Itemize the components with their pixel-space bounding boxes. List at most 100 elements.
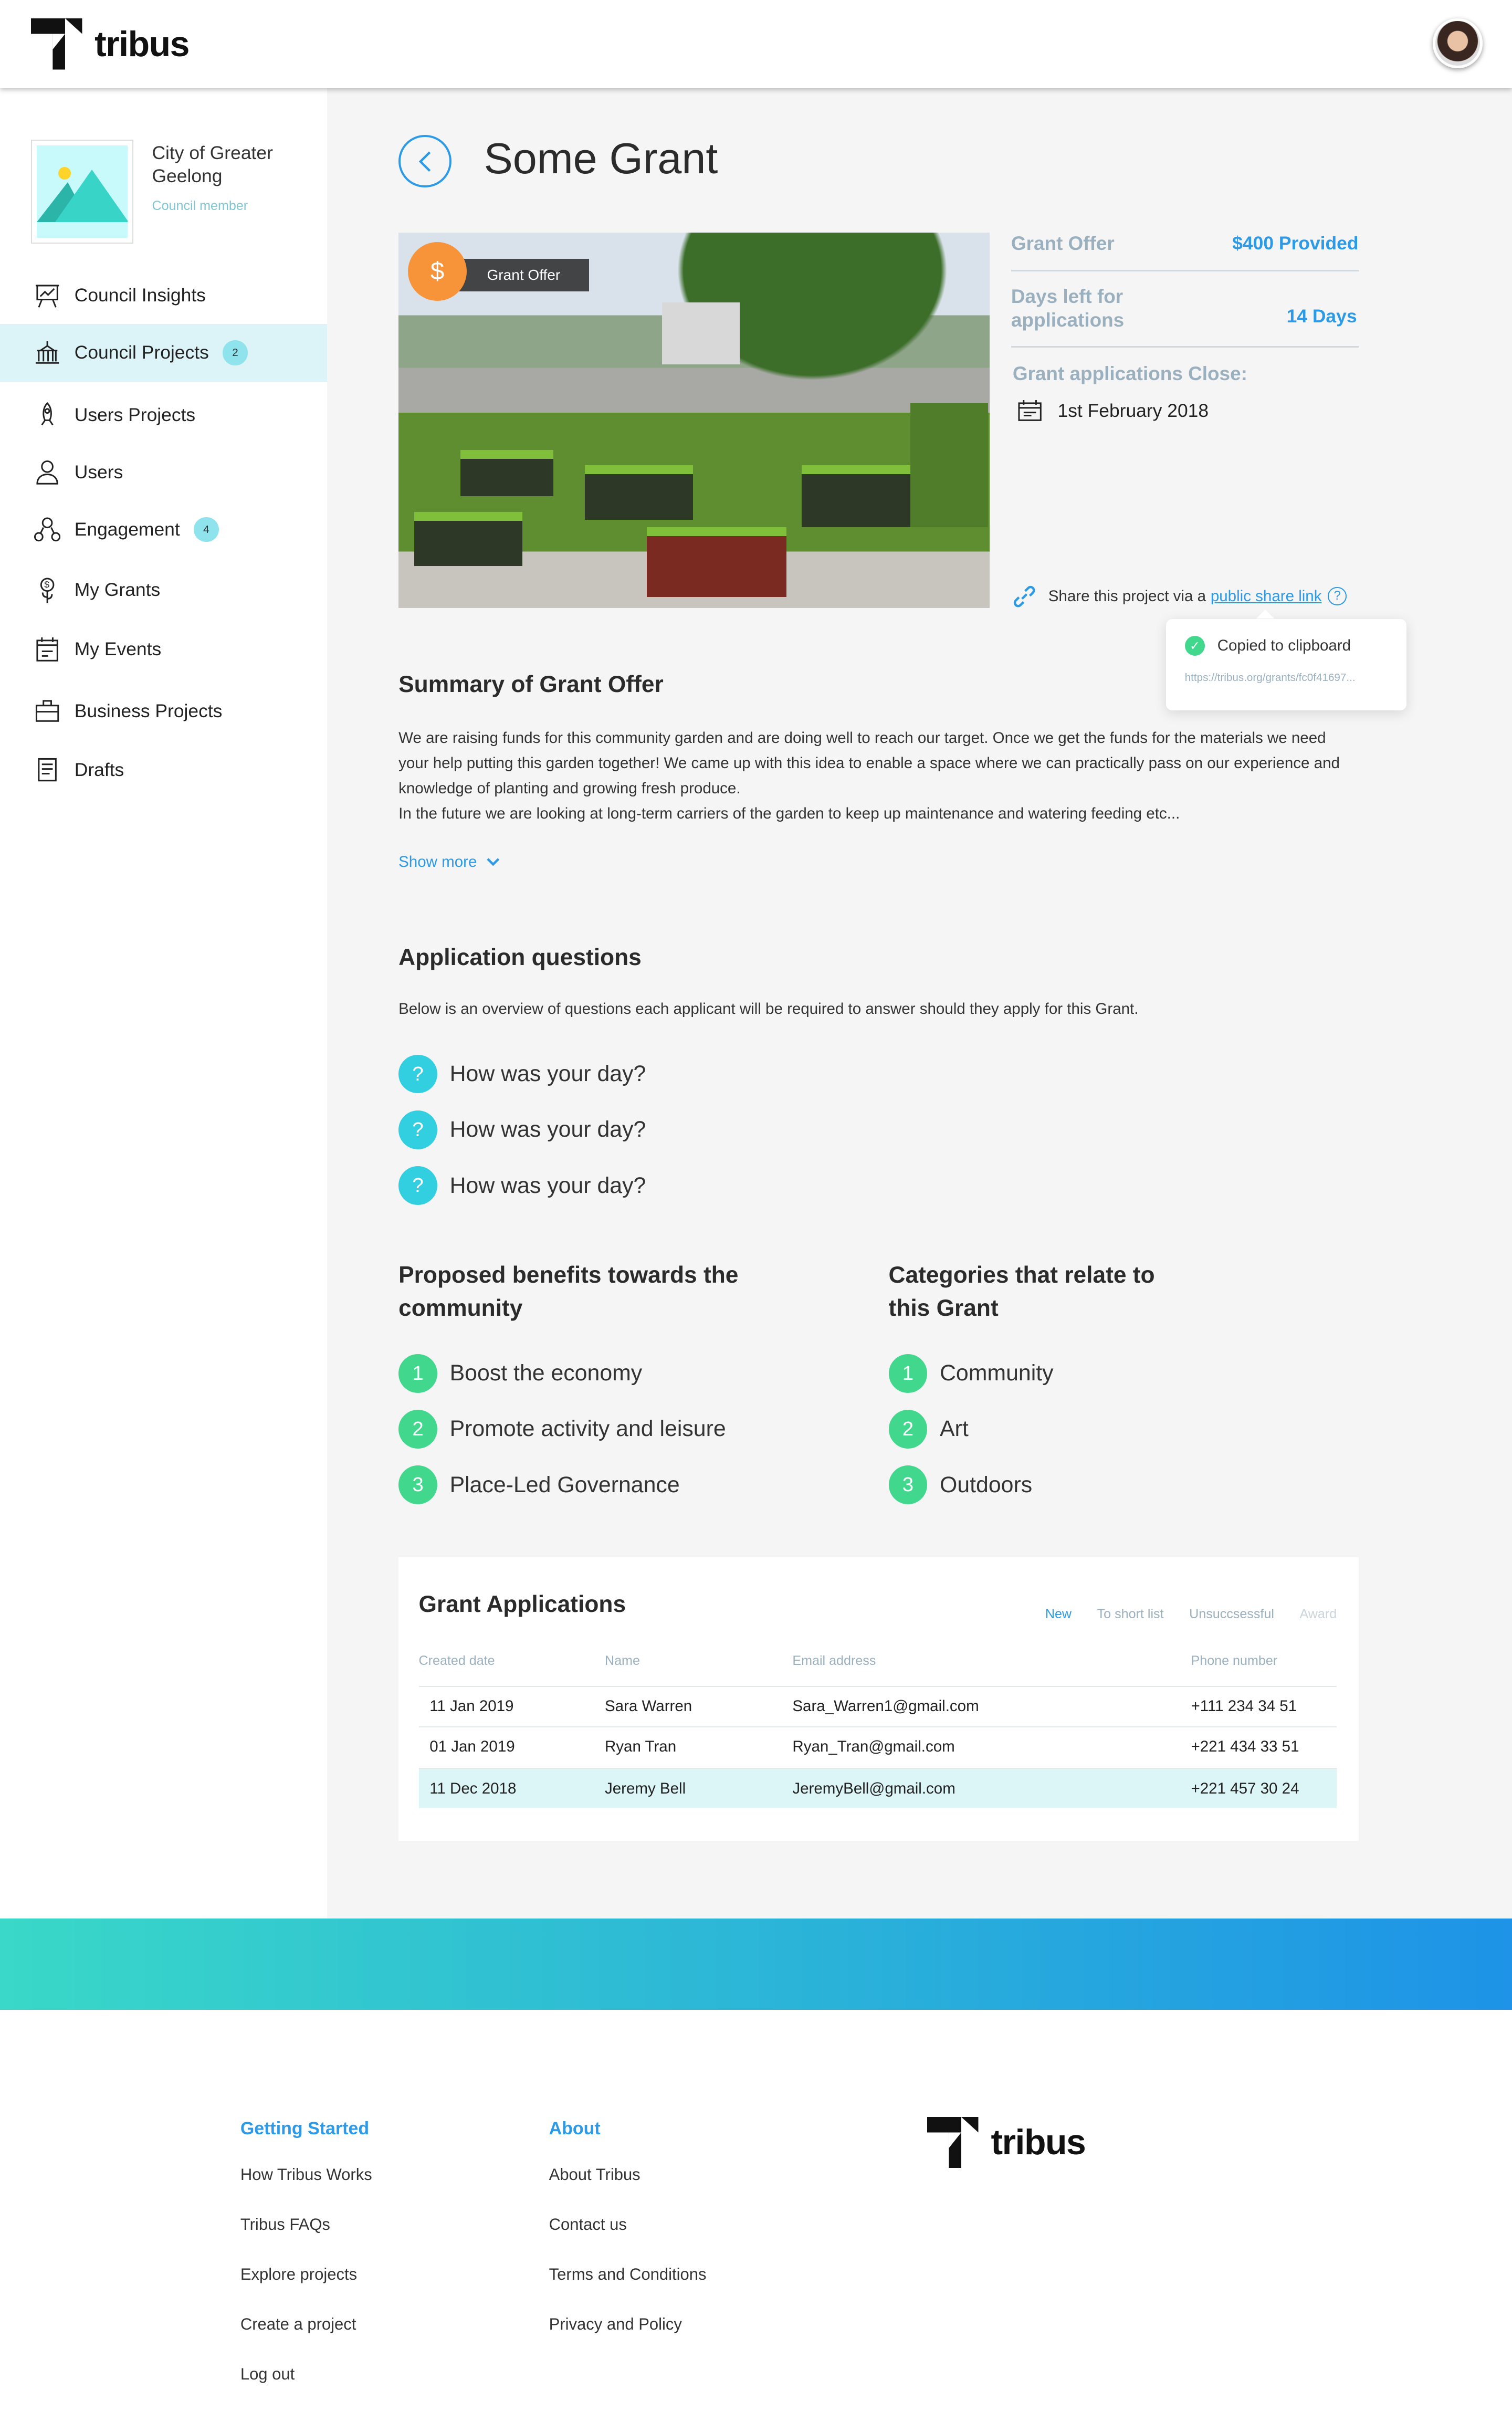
footer-link[interactable]: Explore projects <box>240 2265 372 2284</box>
tab-award[interactable]: Award <box>1299 1607 1337 1621</box>
sidebar-item-users-projects[interactable]: Users Projects <box>0 386 327 443</box>
footer-heading: Getting Started <box>240 2118 370 2139</box>
nav-label: Engagement <box>74 519 180 540</box>
tribus-logo-icon <box>31 18 82 70</box>
question-item: ? How was your day? <box>398 1054 646 1094</box>
link-icon <box>1013 585 1035 607</box>
sidebar-item-council-projects[interactable]: Council Projects 2 <box>0 324 328 382</box>
questions-list: ? How was your day? ? How was your day? ? H… <box>398 1054 646 1205</box>
footer-column-getting-started: Getting Started How Tribus Works Tribus … <box>240 2119 372 2384</box>
column-header: Phone number <box>1191 1653 1278 1668</box>
briefcase-icon <box>35 700 59 722</box>
cell-email: JeremyBell@gmail.com <box>792 1779 956 1797</box>
question-icon: ? <box>398 1166 437 1205</box>
share-row: Share this project via a public share li… <box>1013 585 1347 608</box>
question-text: How was your day? <box>449 1172 646 1198</box>
copied-tooltip: ✓ Copied to clipboard https://tribus.org… <box>1166 609 1407 710</box>
sidebar-item-engagement[interactable]: Engagement 4 <box>0 501 327 558</box>
user-icon <box>36 460 58 485</box>
number-badge: 3 <box>888 1465 928 1505</box>
show-more-button[interactable]: Show more <box>398 853 500 871</box>
sidebar-item-drafts[interactable]: Drafts <box>0 741 327 799</box>
summary-text: We are raising funds for this community … <box>398 726 1360 826</box>
nav-label: My Grants <box>74 579 161 601</box>
benefits-list: 1 Boost the economy 2 Promote activity and… <box>398 1354 726 1505</box>
grant-applications-card: Grant Applications New To short list Uns… <box>398 1557 1359 1841</box>
footer-link[interactable]: Log out <box>240 2365 372 2384</box>
footer-link[interactable]: Tribus FAQs <box>240 2215 372 2234</box>
days-left-label: Days left for applications <box>1011 286 1125 331</box>
benefit-text: Boost the economy <box>449 1360 643 1386</box>
engagement-icon <box>34 517 61 541</box>
benefit-text: Promote activity and leisure <box>449 1416 726 1442</box>
column-header: Email address <box>792 1653 876 1668</box>
sidebar-item-business-projects[interactable]: Business Projects <box>0 683 327 740</box>
cell-phone: +221 457 30 24 <box>1191 1779 1299 1797</box>
cell-email: Ryan_Tran@gmail.com <box>792 1738 955 1756</box>
tab-new[interactable]: New <box>1045 1607 1072 1621</box>
benefit-item: 2 Promote activity and leisure <box>398 1409 726 1449</box>
user-avatar[interactable] <box>1433 18 1483 68</box>
sidebar-item-my-grants[interactable]: $ My Grants <box>0 561 327 619</box>
money-plant-icon: $ <box>40 578 55 603</box>
category-text: Art <box>939 1416 969 1442</box>
divider <box>1011 345 1359 348</box>
applications-heading: Grant Applications <box>418 1591 626 1617</box>
footer-link[interactable]: Create a project <box>240 2315 372 2334</box>
cell-phone: +111 234 34 51 <box>1191 1697 1297 1715</box>
category-text: Community <box>939 1360 1054 1386</box>
sidebar-item-users[interactable]: Users <box>0 444 327 501</box>
tab-unsuccessful[interactable]: Unsuccsessful <box>1189 1607 1274 1621</box>
cell-phone: +221 434 33 51 <box>1191 1738 1299 1756</box>
tribus-logo[interactable]: tribus <box>31 18 190 70</box>
count-badge: 4 <box>194 517 219 542</box>
cell-date: 11 Dec 2018 <box>429 1779 517 1797</box>
logo-text: tribus <box>94 24 190 64</box>
calendar-icon <box>1018 400 1042 421</box>
table-row[interactable]: 01 Jan 2019 Ryan Tran Ryan_Tran@gmail.co… <box>418 1726 1337 1767</box>
category-text: Outdoors <box>939 1472 1033 1497</box>
help-icon[interactable]: ? <box>1328 587 1347 606</box>
benefit-item: 1 Boost the economy <box>398 1354 726 1393</box>
summary-paragraph: We are raising funds for this community … <box>398 729 1340 798</box>
question-item: ? How was your day? <box>398 1166 646 1205</box>
sidebar-item-council-insights[interactable]: Council Insights <box>0 267 327 324</box>
calendar-icon <box>36 637 58 662</box>
org-image <box>31 139 133 244</box>
questions-heading: Application questions <box>398 944 642 970</box>
number-badge: 2 <box>398 1409 437 1449</box>
footer-link[interactable]: About Tribus <box>549 2165 707 2184</box>
gradient-banner <box>0 1918 1512 2010</box>
table-row-selected[interactable]: 11 Dec 2018 Jeremy Bell JeremyBell@gmail… <box>418 1768 1337 1809</box>
nav-label: Council Projects <box>74 342 209 363</box>
back-button[interactable] <box>398 134 452 188</box>
footer-link[interactable]: Contact us <box>549 2215 707 2234</box>
footer-link[interactable]: Terms and Conditions <box>549 2265 707 2284</box>
count-badge: 2 <box>223 340 248 365</box>
nav-label: Users Projects <box>74 404 196 425</box>
sidebar-item-my-events[interactable]: My Events <box>0 621 327 678</box>
table-row[interactable]: 11 Jan 2019 Sara Warren Sara_Warren1@gma… <box>418 1685 1337 1726</box>
logo-text: tribus <box>991 2123 1086 2163</box>
grant-offer-badge: Grant Offer <box>459 259 590 292</box>
footer-link[interactable]: Privacy and Policy <box>549 2315 707 2334</box>
footer-logo[interactable]: tribus <box>927 2116 1086 2168</box>
benefits-heading: Proposed benefits towards the community <box>398 1262 739 1321</box>
category-item: 3 Outdoors <box>888 1465 1054 1505</box>
summary-paragraph: In the future we are looking at long-ter… <box>398 804 1180 822</box>
tribus-logo-icon <box>927 2116 979 2168</box>
footer-column-about: About About Tribus Contact us Terms and … <box>549 2119 707 2334</box>
number-badge: 3 <box>398 1465 437 1505</box>
category-item: 1 Community <box>888 1354 1054 1393</box>
tab-short-list[interactable]: To short list <box>1097 1607 1164 1621</box>
page-title: Some Grant <box>484 134 718 183</box>
cell-name: Sara Warren <box>604 1697 692 1715</box>
footer-heading: About <box>549 2118 601 2139</box>
cell-name: Jeremy Bell <box>604 1779 686 1797</box>
public-share-link[interactable]: public share link <box>1211 588 1322 605</box>
rocket-icon <box>41 402 54 426</box>
cell-date: 11 Jan 2019 <box>429 1697 514 1715</box>
cell-name: Ryan Tran <box>604 1738 677 1756</box>
footer-link[interactable]: How Tribus Works <box>240 2165 372 2184</box>
tooltip-url: https://tribus.org/grants/fc0f41697... <box>1184 671 1356 684</box>
